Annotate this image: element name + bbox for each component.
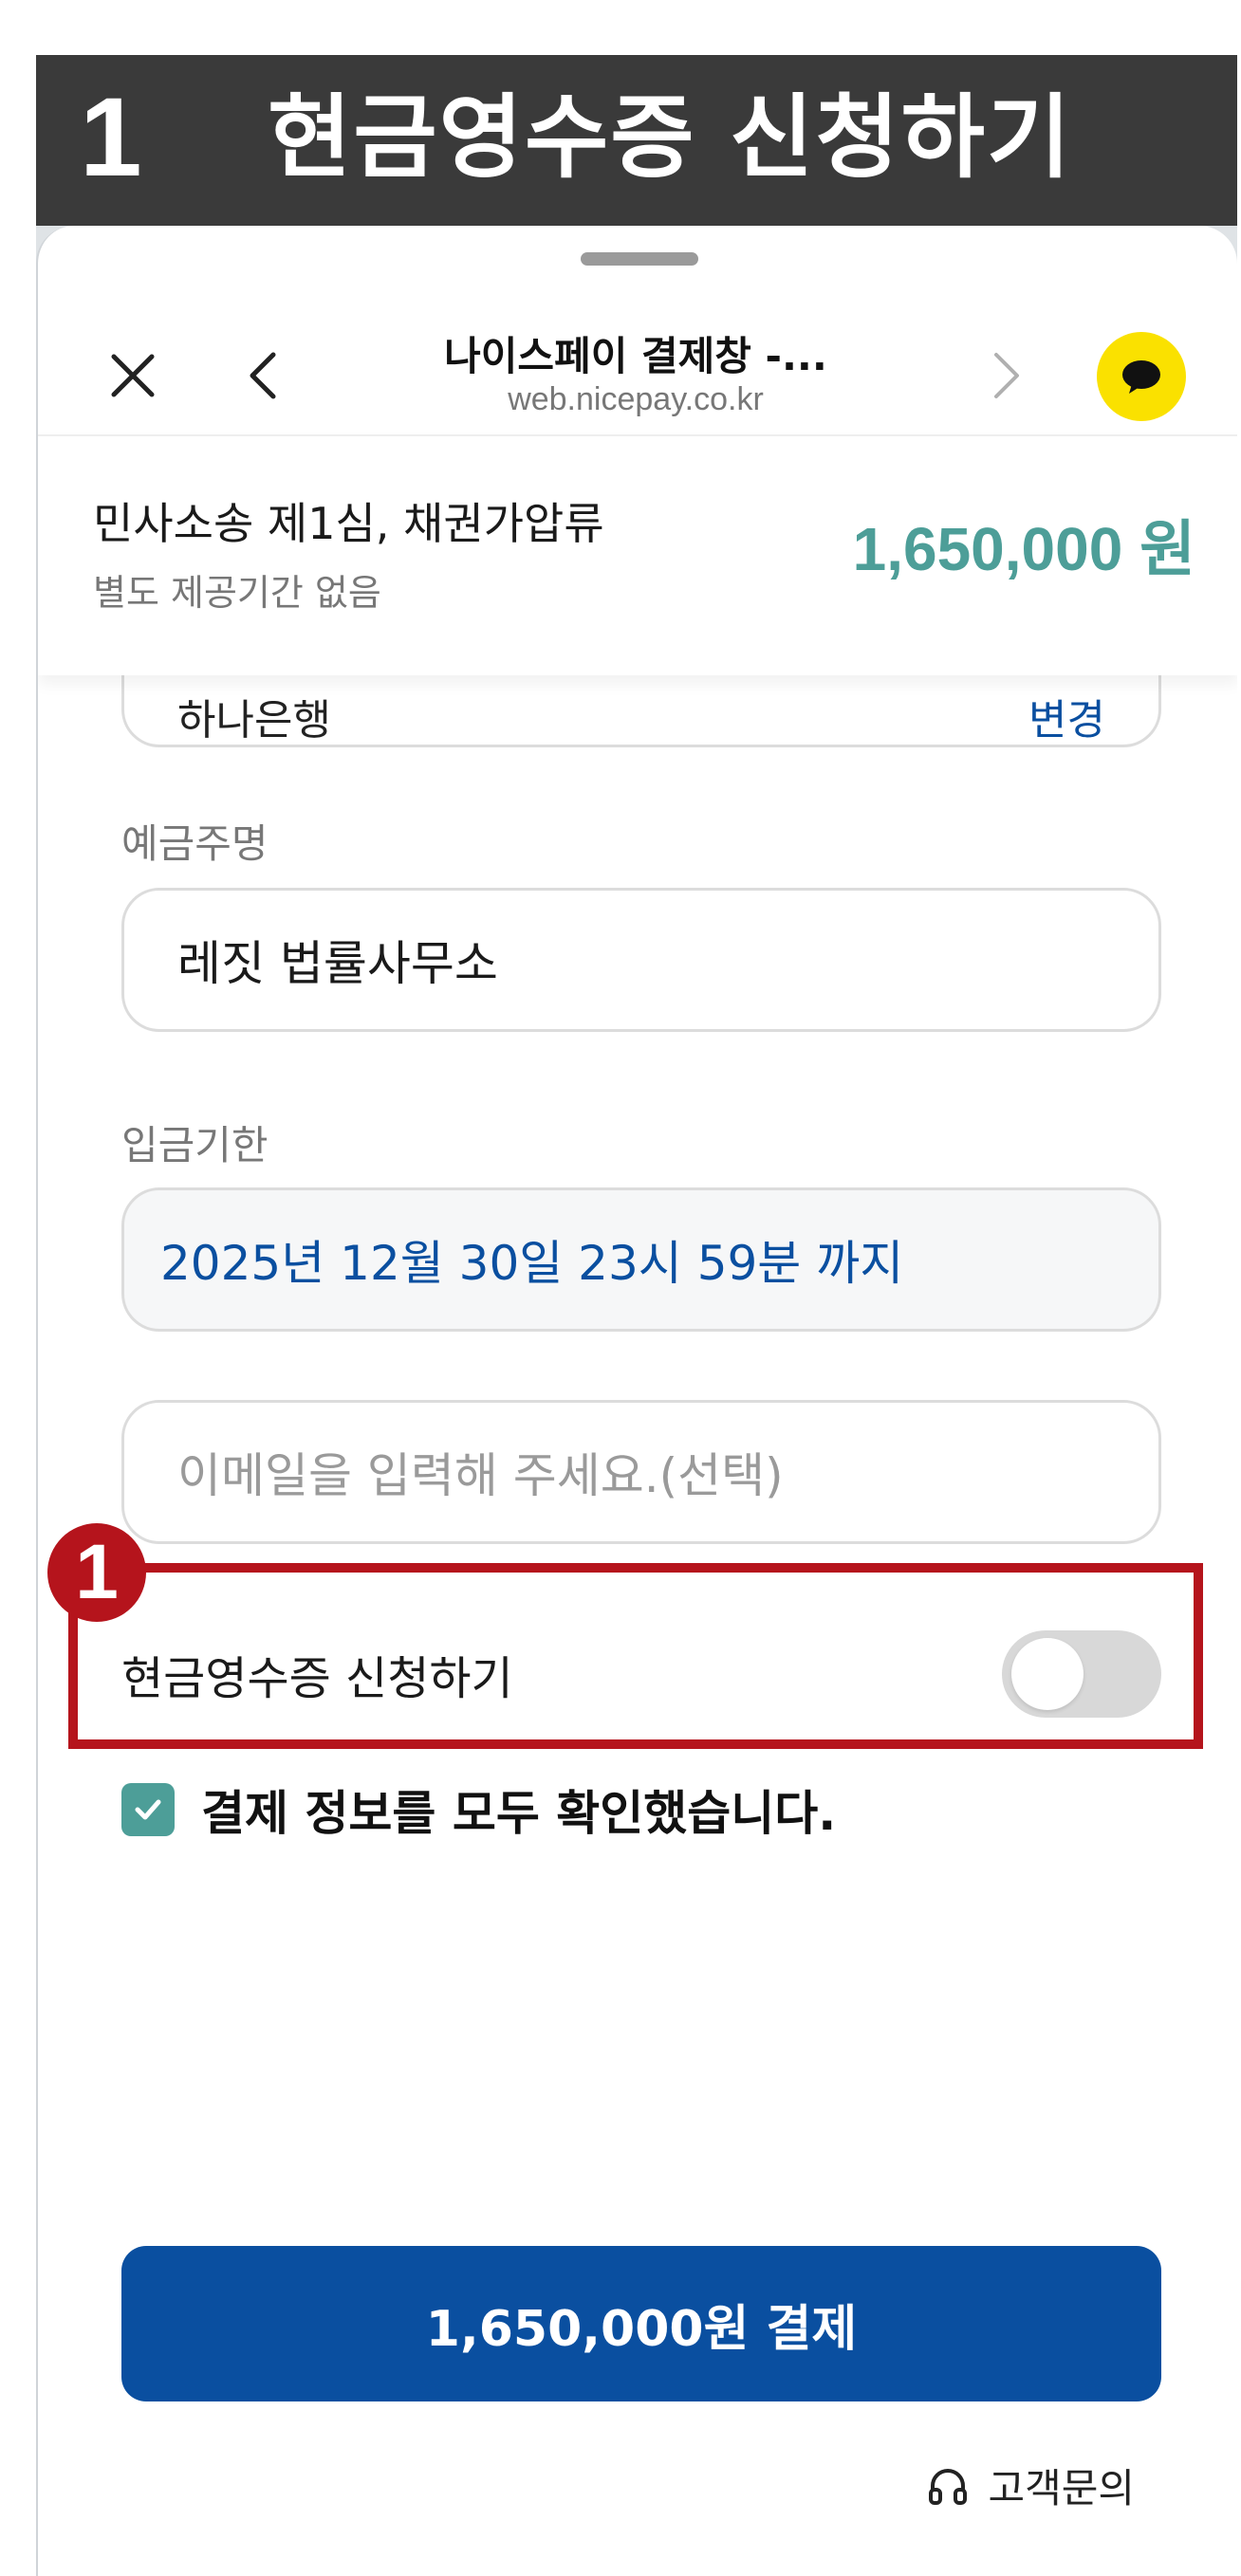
checkmark-icon[interactable] xyxy=(121,1783,175,1836)
page-url: web.nicepay.co.kr xyxy=(508,381,764,417)
confirm-row[interactable]: 결제 정보를 모두 확인했습니다. xyxy=(121,1776,836,1844)
kakaotalk-icon[interactable] xyxy=(1097,332,1186,421)
deadline-field: 2025년 12월 30일 23시 59분 까지 xyxy=(121,1187,1161,1332)
service-period: 별도 제공기간 없음 xyxy=(93,572,381,614)
payment-sheet: 나이스페이 결제창 -... web.nicepay.co.kr 민사소송 제1… xyxy=(36,226,1237,2576)
email-input[interactable]: 이메일을 입력해 주세요.(선택) xyxy=(121,1400,1161,1544)
banner-title: 현금영수증 신청하기 xyxy=(268,84,1073,191)
annotation-badge: 1 xyxy=(47,1523,146,1622)
browser-nav-bar: 나이스페이 결제창 -... web.nicepay.co.kr xyxy=(38,283,1237,436)
chevron-left-icon[interactable] xyxy=(226,338,302,414)
deadline-label: 입금기한 xyxy=(121,1122,269,1168)
confirm-label: 결제 정보를 모두 확인했습니다. xyxy=(201,1786,837,1841)
sheet-grabber[interactable] xyxy=(581,252,698,266)
support-link[interactable]: 고객문의 xyxy=(925,2456,1135,2514)
pay-button[interactable]: 1,650,000원 결제 xyxy=(121,2246,1161,2401)
headset-icon xyxy=(929,2468,968,2505)
order-summary: 민사소송 제1심, 채권가압류 별도 제공기간 없음 1,650,000 원 xyxy=(38,438,1237,675)
page-title: 나이스페이 결제창 -... xyxy=(444,333,827,379)
depositor-label: 예금주명 xyxy=(121,820,269,867)
bank-change-link[interactable]: 변경 xyxy=(1028,686,1105,746)
depositor-field[interactable]: 레짓 법률사무소 xyxy=(121,888,1161,1032)
bank-name: 하나은행 xyxy=(177,696,331,745)
annotation-highlight-box xyxy=(68,1563,1203,1749)
support-label: 고객문의 xyxy=(988,2465,1135,2512)
order-amount: 1,650,000 원 xyxy=(852,515,1195,583)
product-name: 민사소송 제1심, 채권가압류 xyxy=(93,498,604,549)
chevron-right-icon[interactable] xyxy=(968,338,1044,414)
close-icon[interactable] xyxy=(95,338,171,414)
step-number: 1 xyxy=(80,75,142,200)
